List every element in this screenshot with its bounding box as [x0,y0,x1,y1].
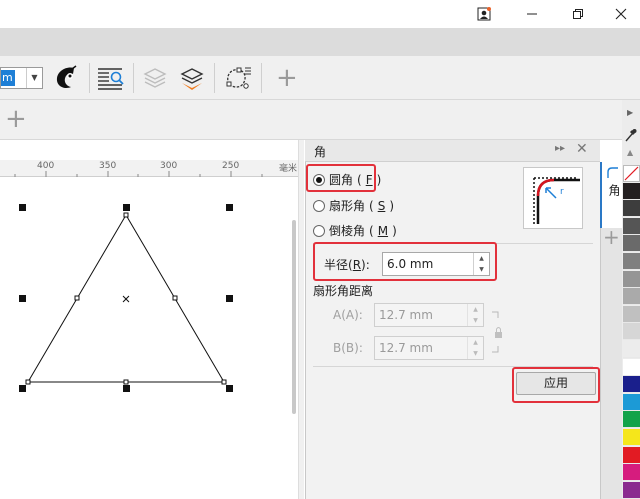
field-a-spinner[interactable]: ▲ ▼ [467,304,483,326]
field-a-value: 12.7 mm [379,308,433,322]
color-swatch[interactable] [623,464,640,482]
ruler-tick: 300 [160,161,178,171]
toolbar-divider [214,63,215,93]
color-swatch[interactable] [623,376,640,394]
chamfer-corner-label: 倒棱角 [329,224,366,238]
corner-tab-icon [607,167,618,178]
corner-preview: r [523,167,583,229]
color-swatch[interactable] [623,411,640,429]
field-b-spinner[interactable]: ▲ ▼ [467,337,483,359]
trace-icon[interactable] [52,64,80,95]
ruler-tick: 250 [222,161,240,171]
color-swatch[interactable] [623,182,640,200]
restore-icon[interactable] [555,0,601,28]
drawing-canvas[interactable] [0,178,294,499]
toolbar-divider [89,63,90,93]
toolbar-divider [261,63,262,93]
color-swatch[interactable] [623,341,640,358]
color-swatch[interactable] [623,481,640,499]
color-swatch[interactable] [623,270,640,288]
radius-spinner[interactable]: ▲ ▼ [473,253,489,275]
palette-scroll-up-icon[interactable]: ▲ [627,148,633,157]
scallop-corner-label: 扇形角 [329,199,366,213]
radius-value: 6.0 mm [387,257,434,271]
field-b-label: B(B): [333,341,363,355]
chamfer-corner-radio[interactable] [313,224,325,237]
color-swatch[interactable] [623,217,640,235]
no-color-swatch[interactable] [623,165,640,182]
round-corner-label: 圆角 [329,173,354,187]
close-window-icon[interactable] [598,0,640,28]
round-corner-option[interactable]: 圆角(F) [313,171,381,188]
eyedropper-icon[interactable] [625,128,637,145]
palette-scroll-right-icon[interactable]: ▶ [627,108,633,117]
ruler-tick: 350 [99,161,117,171]
apply-button[interactable]: 应用 [516,372,596,395]
scallop-distance-heading: 扇形角距离 [313,284,374,298]
collapse-icon[interactable]: ▸▸ [555,143,565,154]
color-swatch[interactable] [623,358,640,376]
toolbar-divider [133,63,134,93]
field-a-label: A(A): [333,308,363,322]
add-icon[interactable]: + [276,65,298,91]
color-swatch[interactable] [623,235,640,253]
unit-value: m [1,70,15,86]
field-a-input[interactable]: 12.7 mm ▲ ▼ [374,303,484,327]
canvas-scrollbar[interactable] [292,220,296,414]
center-marker [122,295,130,303]
color-swatch[interactable] [623,200,640,218]
color-swatch[interactable] [623,446,640,464]
canvas-border [298,140,304,499]
selection-handles [19,204,233,392]
add-property-icon[interactable]: + [5,106,27,132]
minimize-icon[interactable] [509,0,555,28]
round-corner-radio[interactable] [313,173,325,186]
horizontal-ruler: 400 350 300 250 毫米 [0,160,304,177]
scallop-corner-hotkey: S [377,198,386,213]
radius-hotkey: R [352,258,362,272]
svg-text:r: r [560,187,564,197]
docker-title: 角 [314,145,327,159]
color-swatch[interactable] [623,288,640,306]
color-swatch[interactable] [623,393,640,411]
chamfer-corner-hotkey: M [377,223,389,238]
node-edit-icon[interactable] [223,64,253,95]
color-swatch[interactable] [623,323,640,341]
radius-label: 半径(R): [324,258,370,272]
color-swatch[interactable] [623,305,640,323]
corner-tab-label: 角 [607,184,621,196]
layers-disabled-icon [142,66,168,95]
scallop-corner-radio[interactable] [313,199,325,212]
color-swatch[interactable] [623,429,640,446]
radius-input[interactable]: 6.0 mm ▲ ▼ [382,252,490,276]
radius-label-text: 半径 [324,258,349,272]
field-b-input[interactable]: 12.7 mm ▲ ▼ [374,336,484,360]
close-docker-icon[interactable]: ✕ [576,141,588,157]
corner-tab[interactable]: 角 [600,162,622,228]
add-docker-icon[interactable]: + [603,224,620,250]
unit-dropdown[interactable]: m ▼ [0,67,43,89]
docker-header: 角 ▸▸ ✕ [305,140,600,162]
menu-band [0,28,640,56]
round-corner-hotkey: F [365,172,373,187]
ruler-tick: 400 [37,161,55,171]
property-bar [0,100,640,140]
layers-icon[interactable] [179,66,205,95]
lock-icon[interactable] [490,310,504,357]
chamfer-corner-option[interactable]: 倒棱角(M) [313,222,397,239]
account-icon[interactable] [461,0,507,28]
scallop-corner-option[interactable]: 扇形角(S) [313,197,394,214]
window-titlebar [0,0,640,28]
text-align-icon[interactable] [96,64,126,95]
chevron-down-icon[interactable]: ▼ [26,68,42,88]
field-b-value: 12.7 mm [379,341,433,355]
color-swatch[interactable] [623,253,640,270]
